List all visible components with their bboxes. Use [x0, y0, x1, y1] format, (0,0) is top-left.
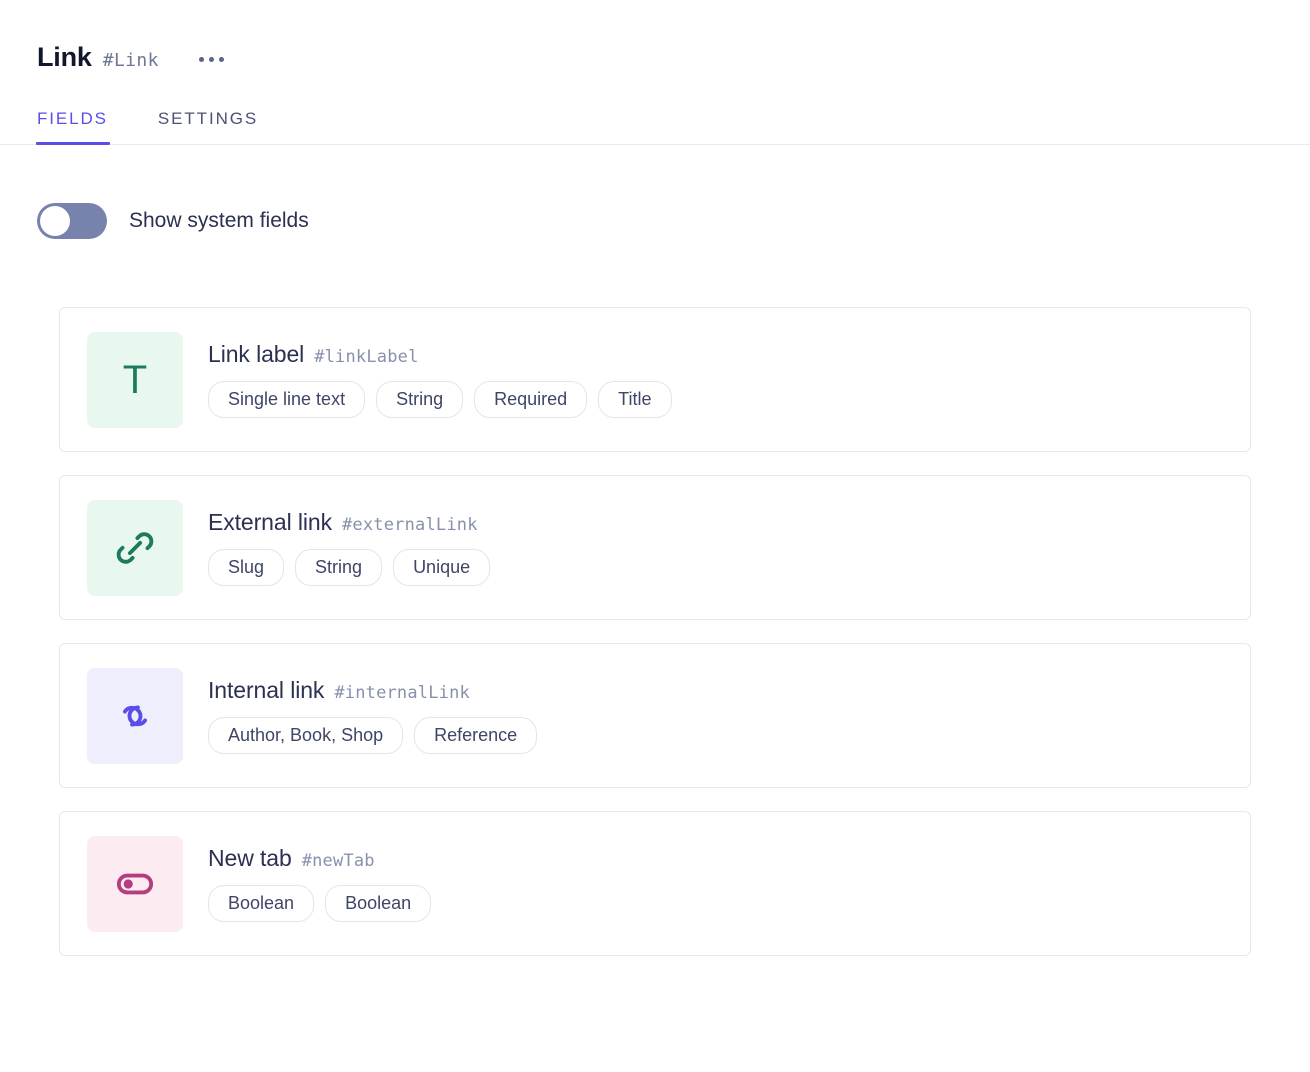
- field-body: External link #externalLink Slug String …: [208, 509, 490, 587]
- field-tag[interactable]: Slug: [208, 549, 284, 587]
- field-tag[interactable]: String: [295, 549, 382, 587]
- tab-bar: FIELDS SETTINGS: [0, 97, 1310, 145]
- show-system-fields-toggle[interactable]: [37, 203, 107, 239]
- tab-settings[interactable]: SETTINGS: [158, 109, 258, 145]
- field-icon-tile: [87, 836, 183, 932]
- toggle-knob: [40, 206, 70, 236]
- field-tag[interactable]: Title: [598, 381, 671, 419]
- field-icon-tile: [87, 668, 183, 764]
- content-type-editor: Link #Link FIELDS SETTINGS Show system f…: [0, 0, 1310, 1072]
- field-tag[interactable]: String: [376, 381, 463, 419]
- show-system-fields-row: Show system fields: [37, 203, 1310, 239]
- field-hash: #internalLink: [334, 683, 470, 703]
- field-name: Link label: [208, 341, 304, 368]
- field-card[interactable]: Internal link #internalLink Author, Book…: [59, 643, 1251, 788]
- page-title-hash: #Link: [103, 52, 159, 70]
- field-icon-tile: [87, 500, 183, 596]
- field-tag[interactable]: Unique: [393, 549, 490, 587]
- interlocking-rings-icon: [113, 694, 157, 738]
- text-field-icon: T: [123, 360, 147, 400]
- field-tag-list: Single line text String Required Title: [208, 381, 672, 419]
- more-options-button[interactable]: [197, 53, 226, 66]
- field-hash: #newTab: [302, 851, 375, 871]
- field-card[interactable]: New tab #newTab Boolean Boolean: [59, 811, 1251, 956]
- tab-fields[interactable]: FIELDS: [37, 109, 108, 145]
- field-tag[interactable]: Single line text: [208, 381, 365, 419]
- field-tag[interactable]: Boolean: [325, 885, 431, 923]
- ellipsis-icon-dot: [199, 57, 204, 62]
- field-list: T Link label #linkLabel Single line text…: [0, 307, 1310, 956]
- field-card[interactable]: T Link label #linkLabel Single line text…: [59, 307, 1251, 452]
- field-heading: Link label #linkLabel: [208, 341, 672, 368]
- field-tag-list: Boolean Boolean: [208, 885, 431, 923]
- field-tag[interactable]: Boolean: [208, 885, 314, 923]
- field-heading: Internal link #internalLink: [208, 677, 537, 704]
- field-card[interactable]: External link #externalLink Slug String …: [59, 475, 1251, 620]
- field-heading: New tab #newTab: [208, 845, 431, 872]
- field-name: Internal link: [208, 677, 324, 704]
- field-name: New tab: [208, 845, 292, 872]
- field-tag[interactable]: Author, Book, Shop: [208, 717, 403, 755]
- field-icon-tile: T: [87, 332, 183, 428]
- field-tag-list: Author, Book, Shop Reference: [208, 717, 537, 755]
- page-title: Link: [37, 44, 92, 71]
- field-heading: External link #externalLink: [208, 509, 490, 536]
- show-system-fields-label: Show system fields: [129, 209, 309, 233]
- ellipsis-icon-dot: [209, 57, 214, 62]
- page-header: Link #Link: [0, 0, 1310, 71]
- field-tag[interactable]: Reference: [414, 717, 537, 755]
- boolean-toggle-icon: [113, 862, 157, 906]
- field-tag-list: Slug String Unique: [208, 549, 490, 587]
- field-body: New tab #newTab Boolean Boolean: [208, 845, 431, 923]
- field-tag[interactable]: Required: [474, 381, 587, 419]
- field-body: Link label #linkLabel Single line text S…: [208, 341, 672, 419]
- field-hash: #linkLabel: [314, 347, 418, 367]
- link-chain-icon: [113, 526, 157, 570]
- ellipsis-icon-dot: [219, 57, 224, 62]
- field-hash: #externalLink: [342, 515, 478, 535]
- field-name: External link: [208, 509, 332, 536]
- field-body: Internal link #internalLink Author, Book…: [208, 677, 537, 755]
